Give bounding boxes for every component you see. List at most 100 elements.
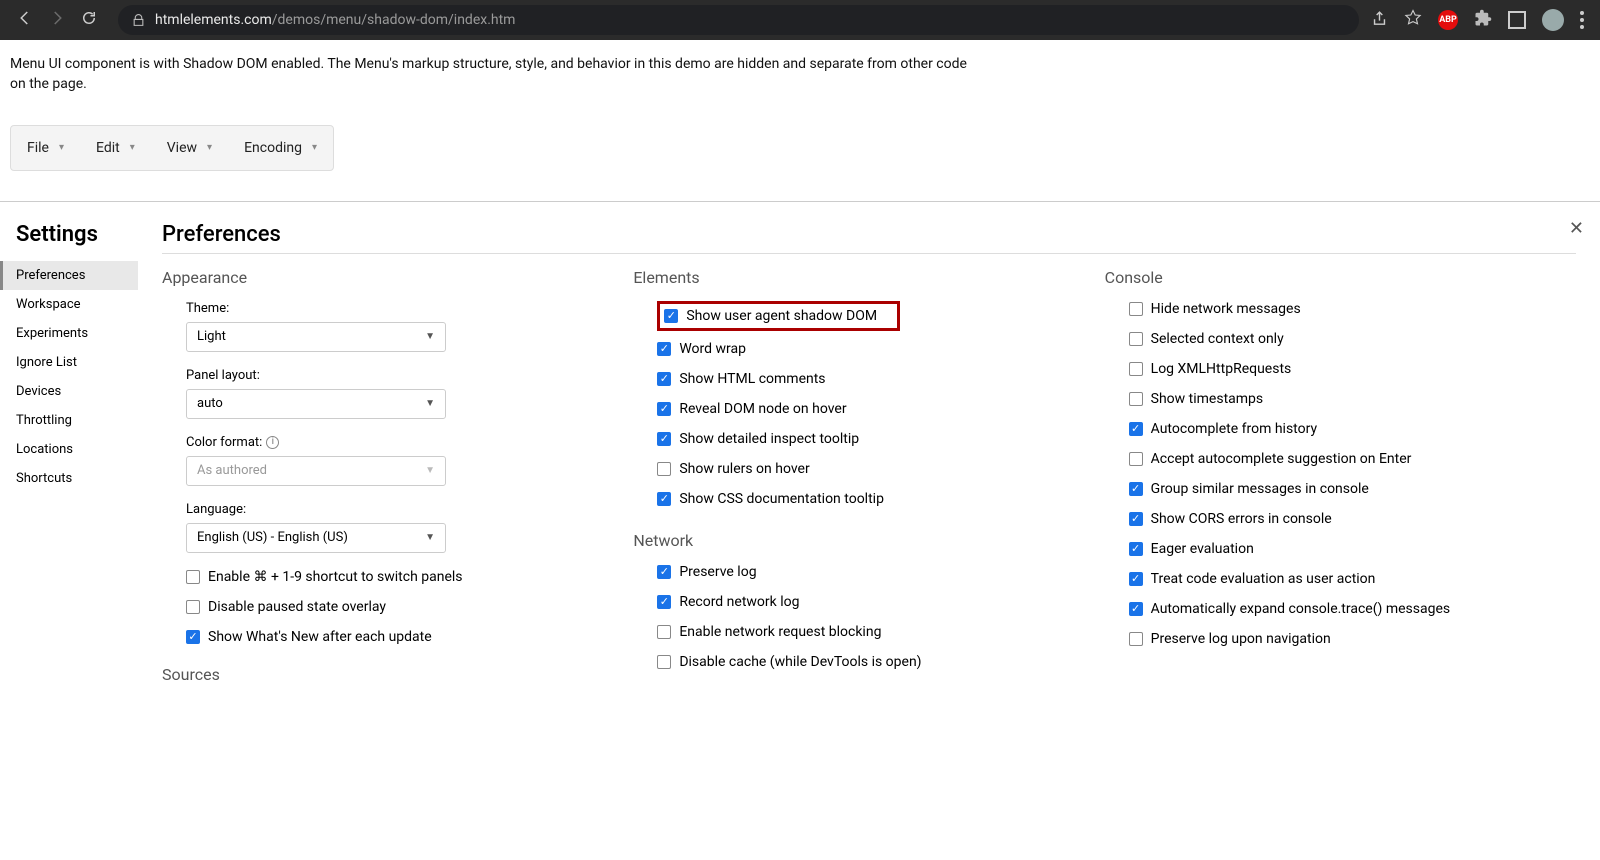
- menu-encoding[interactable]: Encoding▾: [228, 126, 333, 170]
- reload-icon[interactable]: [80, 9, 98, 31]
- checkbox[interactable]: [657, 655, 671, 669]
- close-icon[interactable]: ✕: [1569, 218, 1584, 239]
- checkbox-label: Show user agent shadow DOM: [686, 308, 877, 324]
- network-heading: Network: [633, 531, 1104, 550]
- kebab-menu-icon[interactable]: [1580, 11, 1584, 29]
- checkbox-row[interactable]: Show HTML comments: [657, 371, 1104, 387]
- checkbox[interactable]: [1129, 422, 1143, 436]
- sidebar-item-experiments[interactable]: Experiments: [0, 319, 138, 348]
- checkbox-label: Autocomplete from history: [1151, 421, 1317, 437]
- checkbox-row[interactable]: Reveal DOM node on hover: [657, 401, 1104, 417]
- page-description: Menu UI component is with Shadow DOM ena…: [10, 54, 970, 95]
- checkbox[interactable]: [657, 432, 671, 446]
- checkbox[interactable]: [186, 630, 200, 644]
- checkbox[interactable]: [1129, 572, 1143, 586]
- address-bar[interactable]: htmlelements.com/demos/menu/shadow-dom/i…: [118, 5, 1359, 35]
- sidebar-item-devices[interactable]: Devices: [0, 377, 138, 406]
- back-icon[interactable]: [16, 9, 34, 31]
- sidebar-item-locations[interactable]: Locations: [0, 435, 138, 464]
- checkbox-row[interactable]: Show user agent shadow DOM: [664, 308, 877, 324]
- checkbox-row[interactable]: Record network log: [657, 594, 1104, 610]
- share-icon[interactable]: [1371, 10, 1388, 31]
- checkbox-row[interactable]: Disable paused state overlay: [186, 599, 633, 615]
- sidebar-item-shortcuts[interactable]: Shortcuts: [0, 464, 138, 493]
- checkbox-row[interactable]: Treat code evaluation as user action: [1129, 571, 1576, 587]
- chevron-down-icon: ▾: [312, 142, 317, 153]
- menu-edit[interactable]: Edit▾: [80, 126, 151, 170]
- checkbox-row[interactable]: Show timestamps: [1129, 391, 1576, 407]
- color-format-select[interactable]: As authored▼: [186, 456, 446, 486]
- checkbox-label: Show rulers on hover: [679, 461, 809, 477]
- checkbox[interactable]: [1129, 482, 1143, 496]
- extensions-puzzle-icon[interactable]: [1474, 9, 1492, 31]
- language-select[interactable]: English (US) - English (US)▼: [186, 523, 446, 553]
- info-icon[interactable]: i: [266, 436, 279, 449]
- checkbox-row[interactable]: Log XMLHttpRequests: [1129, 361, 1576, 377]
- checkbox[interactable]: [657, 625, 671, 639]
- checkbox[interactable]: [657, 492, 671, 506]
- console-section: Console Hide network messagesSelected co…: [1105, 268, 1576, 698]
- checkbox[interactable]: [657, 462, 671, 476]
- bookmark-star-icon[interactable]: [1404, 9, 1422, 31]
- checkbox-row[interactable]: Show rulers on hover: [657, 461, 1104, 477]
- checkbox[interactable]: [657, 565, 671, 579]
- checkbox-row[interactable]: Disable cache (while DevTools is open): [657, 654, 1104, 670]
- settings-main: Preferences Appearance Theme: Light▼ Pan…: [138, 202, 1600, 768]
- checkbox[interactable]: [1129, 602, 1143, 616]
- checkbox-row[interactable]: Group similar messages in console: [1129, 481, 1576, 497]
- checkbox[interactable]: [1129, 302, 1143, 316]
- menu-view[interactable]: View▾: [151, 126, 228, 170]
- checkbox-row[interactable]: Word wrap: [657, 341, 1104, 357]
- abp-extension-icon[interactable]: ABP: [1438, 10, 1458, 30]
- panel-icon[interactable]: [1508, 11, 1526, 29]
- settings-title: Settings: [0, 222, 138, 261]
- forward-icon[interactable]: [48, 9, 66, 31]
- checkbox[interactable]: [657, 595, 671, 609]
- language-label: Language:: [186, 502, 633, 517]
- checkbox[interactable]: [1129, 452, 1143, 466]
- checkbox-label: Disable cache (while DevTools is open): [679, 654, 921, 670]
- checkbox-row[interactable]: Show CORS errors in console: [1129, 511, 1576, 527]
- checkbox[interactable]: [1129, 362, 1143, 376]
- checkbox-row[interactable]: Show detailed inspect tooltip: [657, 431, 1104, 447]
- profile-avatar-icon[interactable]: [1542, 9, 1564, 31]
- settings-sidebar: Settings Preferences Workspace Experimen…: [0, 202, 138, 768]
- checkbox-row[interactable]: Accept autocomplete suggestion on Enter: [1129, 451, 1576, 467]
- checkbox-row[interactable]: Preserve log: [657, 564, 1104, 580]
- checkbox[interactable]: [1129, 392, 1143, 406]
- menu-file[interactable]: File▾: [11, 126, 80, 170]
- checkbox-row[interactable]: Hide network messages: [1129, 301, 1576, 317]
- checkbox-row[interactable]: Automatically expand console.trace() mes…: [1129, 601, 1576, 617]
- checkbox[interactable]: [1129, 332, 1143, 346]
- checkbox-row[interactable]: Autocomplete from history: [1129, 421, 1576, 437]
- checkbox[interactable]: [1129, 632, 1143, 646]
- checkbox-row[interactable]: Eager evaluation: [1129, 541, 1576, 557]
- checkbox-row[interactable]: Preserve log upon navigation: [1129, 631, 1576, 647]
- sidebar-item-preferences[interactable]: Preferences: [0, 261, 138, 290]
- checkbox-label: Preserve log upon navigation: [1151, 631, 1331, 647]
- panel-layout-select[interactable]: auto▼: [186, 389, 446, 419]
- checkbox-row[interactable]: Enable ⌘ + 1-9 shortcut to switch panels: [186, 569, 633, 585]
- checkbox[interactable]: [1129, 512, 1143, 526]
- checkbox-label: Disable paused state overlay: [208, 599, 386, 615]
- devtools-settings: ✕ Settings Preferences Workspace Experim…: [0, 202, 1600, 768]
- checkbox[interactable]: [657, 342, 671, 356]
- sidebar-item-ignore-list[interactable]: Ignore List: [0, 348, 138, 377]
- checkbox[interactable]: [1129, 542, 1143, 556]
- checkbox[interactable]: [657, 372, 671, 386]
- sidebar-item-throttling[interactable]: Throttling: [0, 406, 138, 435]
- checkbox-row[interactable]: Show What's New after each update: [186, 629, 633, 645]
- checkbox[interactable]: [657, 402, 671, 416]
- checkbox-label: Enable network request blocking: [679, 624, 881, 640]
- checkbox-label: Reveal DOM node on hover: [679, 401, 846, 417]
- checkbox-row[interactable]: Selected context only: [1129, 331, 1576, 347]
- theme-label: Theme:: [186, 301, 633, 316]
- checkbox-row[interactable]: Show CSS documentation tooltip: [657, 491, 1104, 507]
- elements-section: Elements Show user agent shadow DOMWord …: [633, 268, 1104, 698]
- theme-select[interactable]: Light▼: [186, 322, 446, 352]
- checkbox-row[interactable]: Enable network request blocking: [657, 624, 1104, 640]
- sidebar-item-workspace[interactable]: Workspace: [0, 290, 138, 319]
- checkbox[interactable]: [186, 600, 200, 614]
- checkbox[interactable]: [186, 570, 200, 584]
- checkbox[interactable]: [664, 309, 678, 323]
